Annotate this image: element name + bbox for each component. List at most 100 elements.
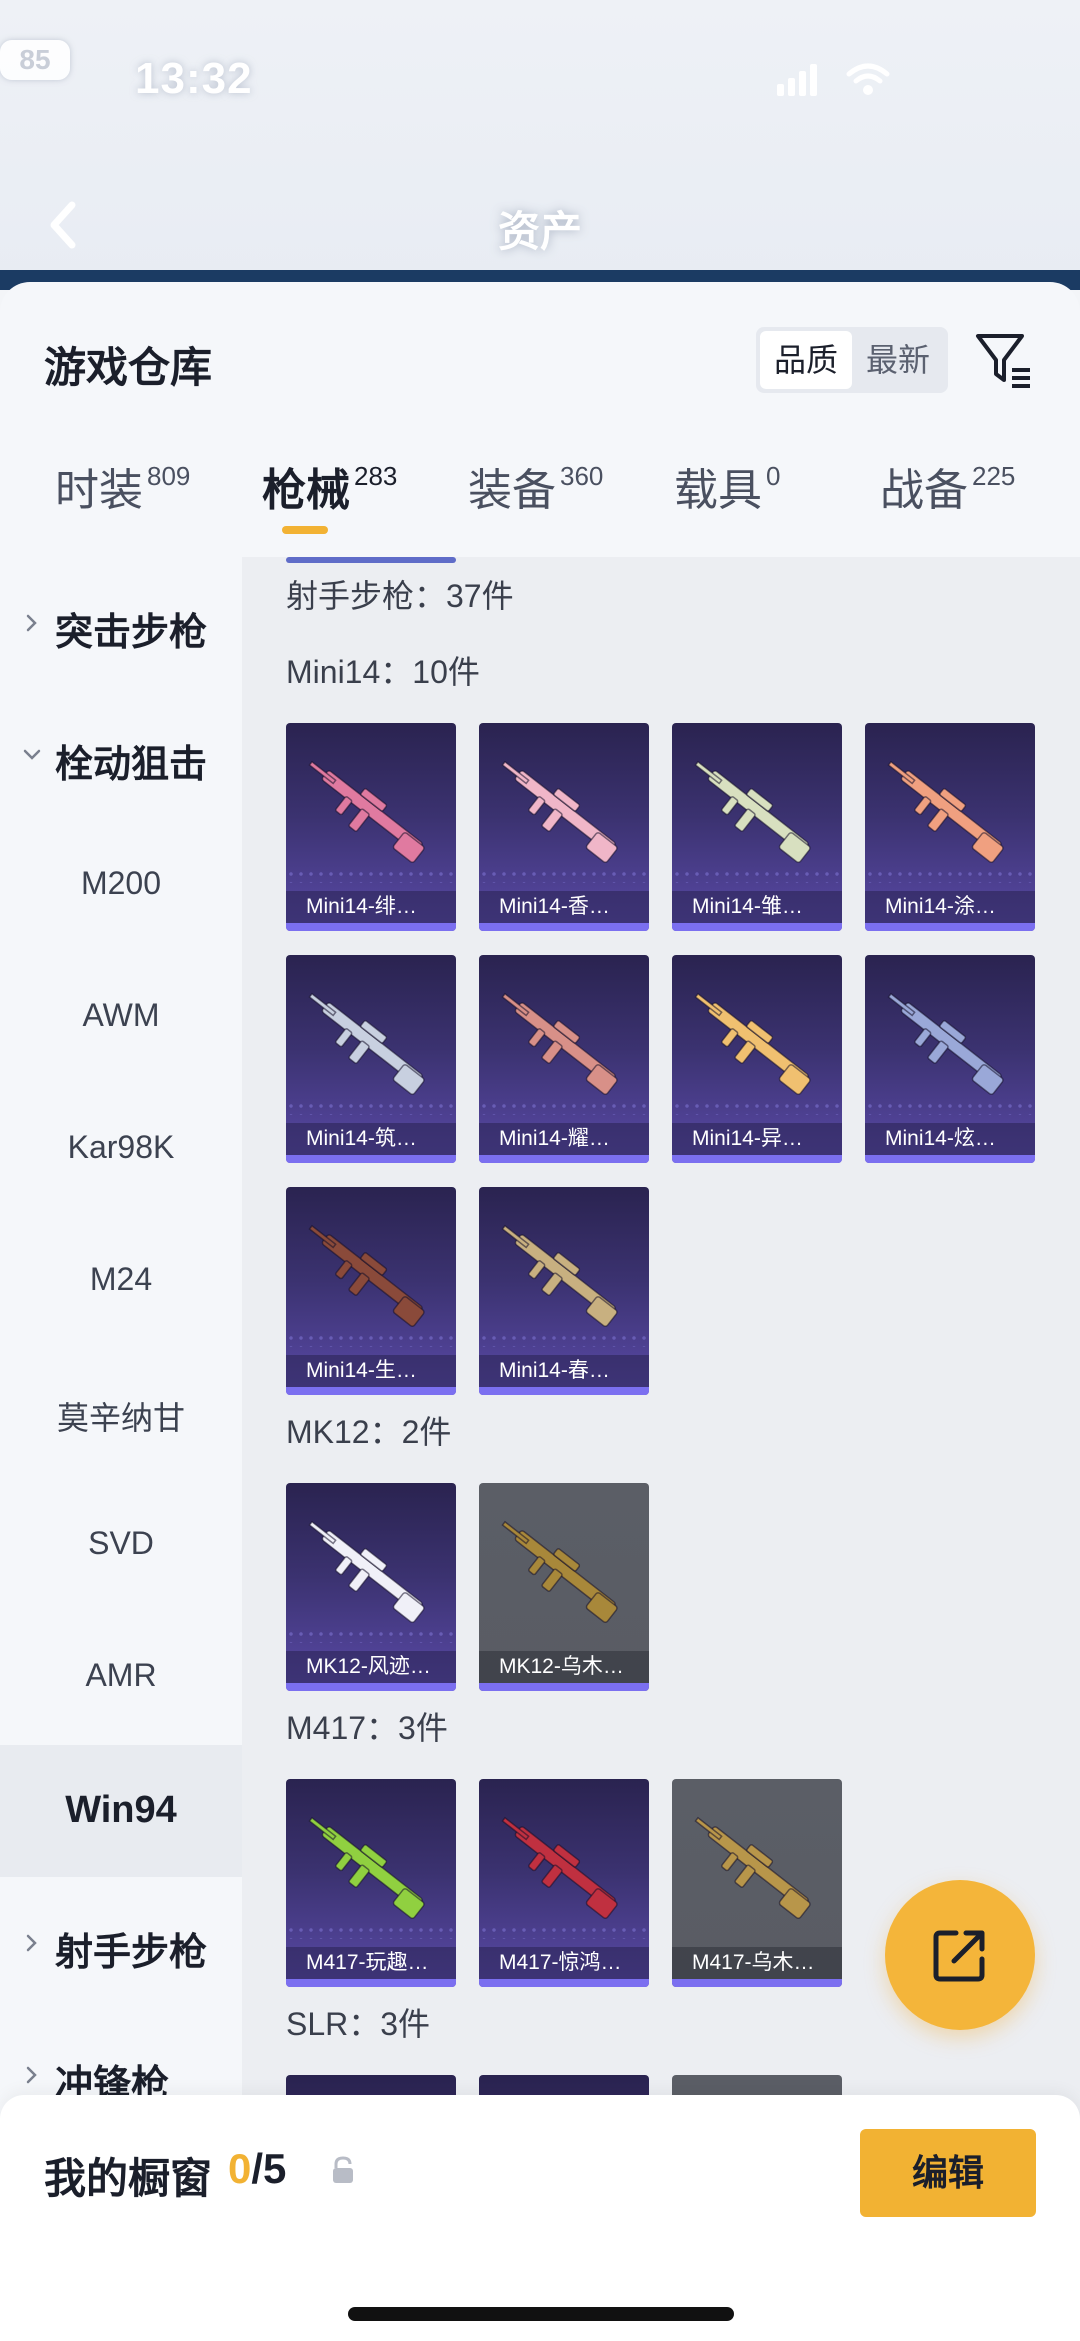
- card-caption: Mini14-生…: [286, 1355, 456, 1387]
- weapon-skin-card[interactable]: Mini14-香…: [479, 723, 649, 931]
- sort-option-latest[interactable]: 最新: [852, 331, 944, 389]
- sidebar-item[interactable]: AWM: [0, 953, 242, 1085]
- sort-toggle[interactable]: 品质 最新: [756, 327, 948, 393]
- lock-icon: [333, 2156, 353, 2183]
- card-pattern: [865, 869, 1035, 883]
- weapon-skin-card[interactable]: Mini14-筑…: [286, 955, 456, 1163]
- sidebar-item[interactable]: Kar98K: [0, 1085, 242, 1217]
- weapon-skin-card[interactable]: Mini14-生…: [286, 1187, 456, 1395]
- rifle-icon: [308, 760, 425, 863]
- weapon-skin-card[interactable]: Mini14-绯…: [286, 723, 456, 931]
- status-time: 13:32: [135, 54, 253, 103]
- item-grid-panel[interactable]: 射手步枪：37件 Mini14：10件 Mini14-绯… Mini14-香… Mini…: [242, 557, 1080, 2341]
- card-rarity-bar: [865, 1155, 1035, 1163]
- filter-icon[interactable]: [974, 330, 1034, 390]
- card-rarity-bar: [286, 1387, 456, 1395]
- weapon-skin-card[interactable]: Mini14-炫…: [865, 955, 1035, 1163]
- share-button[interactable]: [885, 1880, 1035, 2030]
- card-pattern: [479, 1925, 649, 1939]
- tab-costume[interactable]: 时装 809: [55, 454, 190, 554]
- card-rarity-bar: [479, 923, 649, 931]
- card-caption: M417-乌木…: [672, 1947, 842, 1979]
- sidebar-item-label: AWM: [82, 997, 160, 1033]
- card-rarity-bar: [479, 1155, 649, 1163]
- weapon-skin-card[interactable]: MK12-乌木…: [479, 1483, 649, 1691]
- weapon-skin-card[interactable]: Mini14-异…: [672, 955, 842, 1163]
- edit-button[interactable]: 编辑: [860, 2129, 1036, 2217]
- section-title: 射手步枪：37件: [286, 578, 514, 614]
- weapon-category-sidebar: 突击步枪 栓动狙击 M200 AWM Kar98K M24 莫辛纳甘 SVD AMR Win94 射…: [0, 557, 242, 2341]
- sidebar-item[interactable]: 莫辛纳甘: [0, 1349, 242, 1481]
- rifle-icon: [308, 1224, 425, 1327]
- sidebar-group[interactable]: 栓动狙击: [0, 689, 242, 821]
- sidebar-item[interactable]: SVD: [0, 1481, 242, 1613]
- weapon-skin-card[interactable]: M417-惊鸿…: [479, 1779, 649, 1987]
- rifle-icon: [694, 760, 811, 863]
- card-caption: Mini14-涂…: [865, 891, 1035, 923]
- weapon-skin-card[interactable]: Mini14-春…: [479, 1187, 649, 1395]
- card-rarity-bar: [672, 1155, 842, 1163]
- rifle-icon: [694, 992, 811, 1095]
- battery-icon: 85: [0, 40, 70, 80]
- sidebar-item-label: SVD: [88, 1525, 154, 1561]
- tab-supplies[interactable]: 战备 225: [880, 454, 1015, 554]
- rifle-icon: [308, 1816, 425, 1919]
- rifle-icon: [887, 992, 1004, 1095]
- weapon-skin-card[interactable]: Mini14-耀…: [479, 955, 649, 1163]
- rifle-icon: [501, 760, 618, 863]
- tab-label: 枪械: [262, 466, 350, 515]
- tab-vehicles[interactable]: 载具 0: [674, 454, 780, 554]
- showcase-title: 我的橱窗: [44, 2155, 213, 2202]
- tab-count: 225: [972, 461, 1016, 491]
- warehouse-sheet: 游戏仓库 品质 最新 时装 809 枪械 283 装备 360 载具 0 战备 225 突…: [0, 282, 1080, 2341]
- card-caption: M417-玩趣…: [286, 1947, 456, 1979]
- chevron-down-icon: [23, 749, 41, 760]
- tab-equipment[interactable]: 装备 360: [468, 454, 603, 554]
- card-rarity-bar: [672, 923, 842, 931]
- weapon-skin-card[interactable]: M417-乌木…: [672, 1779, 842, 1987]
- sidebar-item[interactable]: M24: [0, 1217, 242, 1349]
- card-rarity-bar: [286, 1979, 456, 1987]
- card-pattern: [479, 869, 649, 883]
- card-pattern: [286, 1101, 456, 1115]
- sidebar-item[interactable]: Win94: [0, 1745, 242, 1877]
- card-rarity-bar: [286, 1683, 456, 1691]
- tab-count: 0: [766, 461, 781, 491]
- rifle-icon: [501, 992, 618, 1095]
- card-caption: Mini14-筑…: [286, 1123, 456, 1155]
- rifle-icon: [501, 1224, 618, 1327]
- sheet-title: 游戏仓库: [44, 344, 213, 391]
- tab-count: 283: [354, 461, 398, 491]
- showcase-bar: 我的橱窗 0/5 编辑: [0, 2095, 1080, 2341]
- active-tab-indicator: [282, 526, 328, 534]
- sidebar-item-label: AMR: [85, 1657, 157, 1693]
- weapon-skin-card[interactable]: Mini14-涂…: [865, 723, 1035, 931]
- card-pattern: [865, 1101, 1035, 1115]
- wifi-icon: [846, 63, 890, 95]
- card-pattern: [672, 869, 842, 883]
- card-caption: MK12-风迹…: [286, 1651, 456, 1683]
- card-pattern: [479, 1333, 649, 1347]
- sidebar-item-label: M200: [80, 865, 162, 901]
- category-tabs: 时装 809 枪械 283 装备 360 载具 0 战备 225: [0, 454, 1080, 554]
- tab-firearms[interactable]: 枪械 283: [262, 454, 397, 554]
- card-caption: Mini14-绯…: [286, 891, 456, 923]
- sidebar-item-label: 莫辛纳甘: [56, 1400, 185, 1436]
- tab-label: 战备: [880, 466, 968, 515]
- sidebar-group[interactable]: 突击步枪: [0, 557, 242, 689]
- weapon-skin-card[interactable]: M417-玩趣…: [286, 1779, 456, 1987]
- sort-option-quality[interactable]: 品质: [760, 331, 852, 389]
- rifle-icon: [501, 1816, 618, 1919]
- sidebar-item-label: Win94: [65, 1789, 177, 1831]
- rifle-icon: [887, 760, 1004, 863]
- sidebar-item[interactable]: AMR: [0, 1613, 242, 1745]
- card-rarity-bar: [286, 1155, 456, 1163]
- card-rarity-bar: [479, 1979, 649, 1987]
- card-caption: Mini14-炫…: [865, 1123, 1035, 1155]
- card-rarity-bar: [865, 923, 1035, 931]
- weapon-skin-card[interactable]: Mini14-雏…: [672, 723, 842, 931]
- sidebar-group[interactable]: 射手步枪: [0, 1877, 242, 2009]
- card-caption: Mini14-异…: [672, 1123, 842, 1155]
- weapon-skin-card[interactable]: MK12-风迹…: [286, 1483, 456, 1691]
- sidebar-item[interactable]: M200: [0, 821, 242, 953]
